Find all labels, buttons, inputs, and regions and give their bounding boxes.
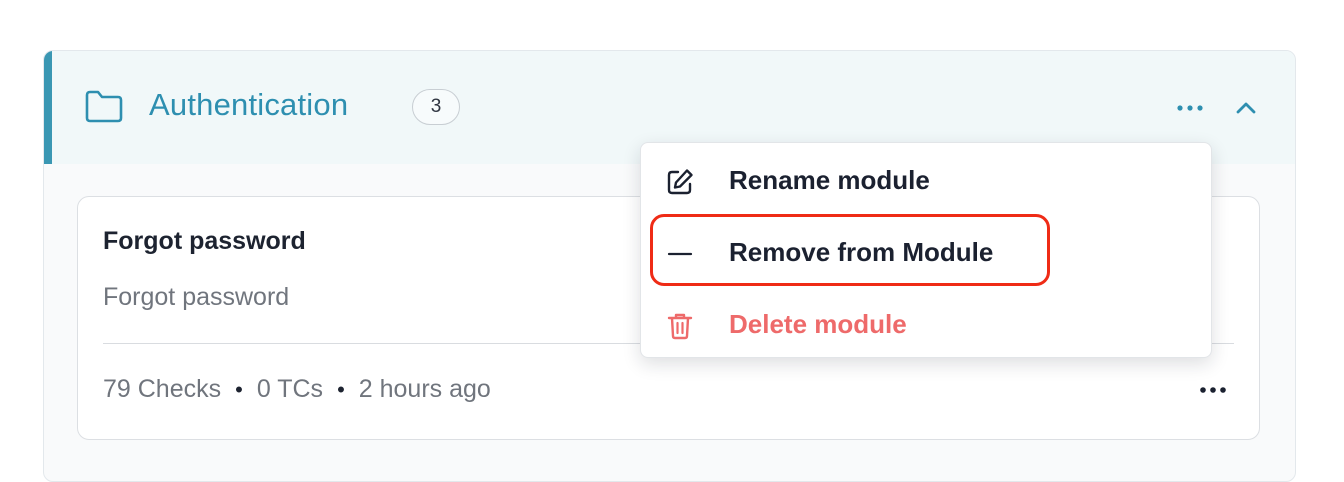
folder-icon — [84, 89, 124, 123]
menu-item-delete-module[interactable]: Delete module — [641, 293, 1211, 353]
module-count-badge: 3 — [412, 89, 460, 125]
meta-separator: • — [235, 377, 243, 402]
test-case-more-button[interactable] — [1193, 375, 1233, 405]
test-case-description: Forgot password — [103, 283, 290, 311]
test-case-title: Forgot password — [103, 227, 306, 255]
minus-icon — [665, 239, 695, 269]
menu-item-label: Remove from Module — [729, 237, 994, 267]
module-collapse-button[interactable] — [1230, 93, 1262, 123]
module-more-button[interactable] — [1172, 93, 1208, 123]
updated-time: 2 hours ago — [358, 375, 491, 403]
menu-item-remove-from-module[interactable]: Remove from Module — [641, 221, 1211, 281]
meta-separator: • — [337, 377, 345, 402]
tcs-count: 0 TCs — [256, 375, 324, 403]
more-horizontal-icon — [1177, 105, 1203, 111]
menu-item-label: Rename module — [729, 165, 930, 195]
module-context-menu: Rename module Remove from Module Delete … — [640, 142, 1212, 358]
trash-icon — [665, 311, 695, 341]
checks-count: 79 Checks — [103, 375, 222, 403]
menu-item-rename-module[interactable]: Rename module — [641, 149, 1211, 209]
more-horizontal-icon — [1200, 387, 1226, 393]
test-case-meta: 79 Checks • 0 TCs • 2 hours ago — [103, 375, 491, 404]
module-accent-bar — [44, 51, 52, 164]
menu-item-label: Delete module — [729, 309, 907, 339]
module-title: Authentication — [149, 87, 349, 122]
edit-icon — [665, 167, 695, 197]
chevron-up-icon — [1236, 102, 1256, 114]
